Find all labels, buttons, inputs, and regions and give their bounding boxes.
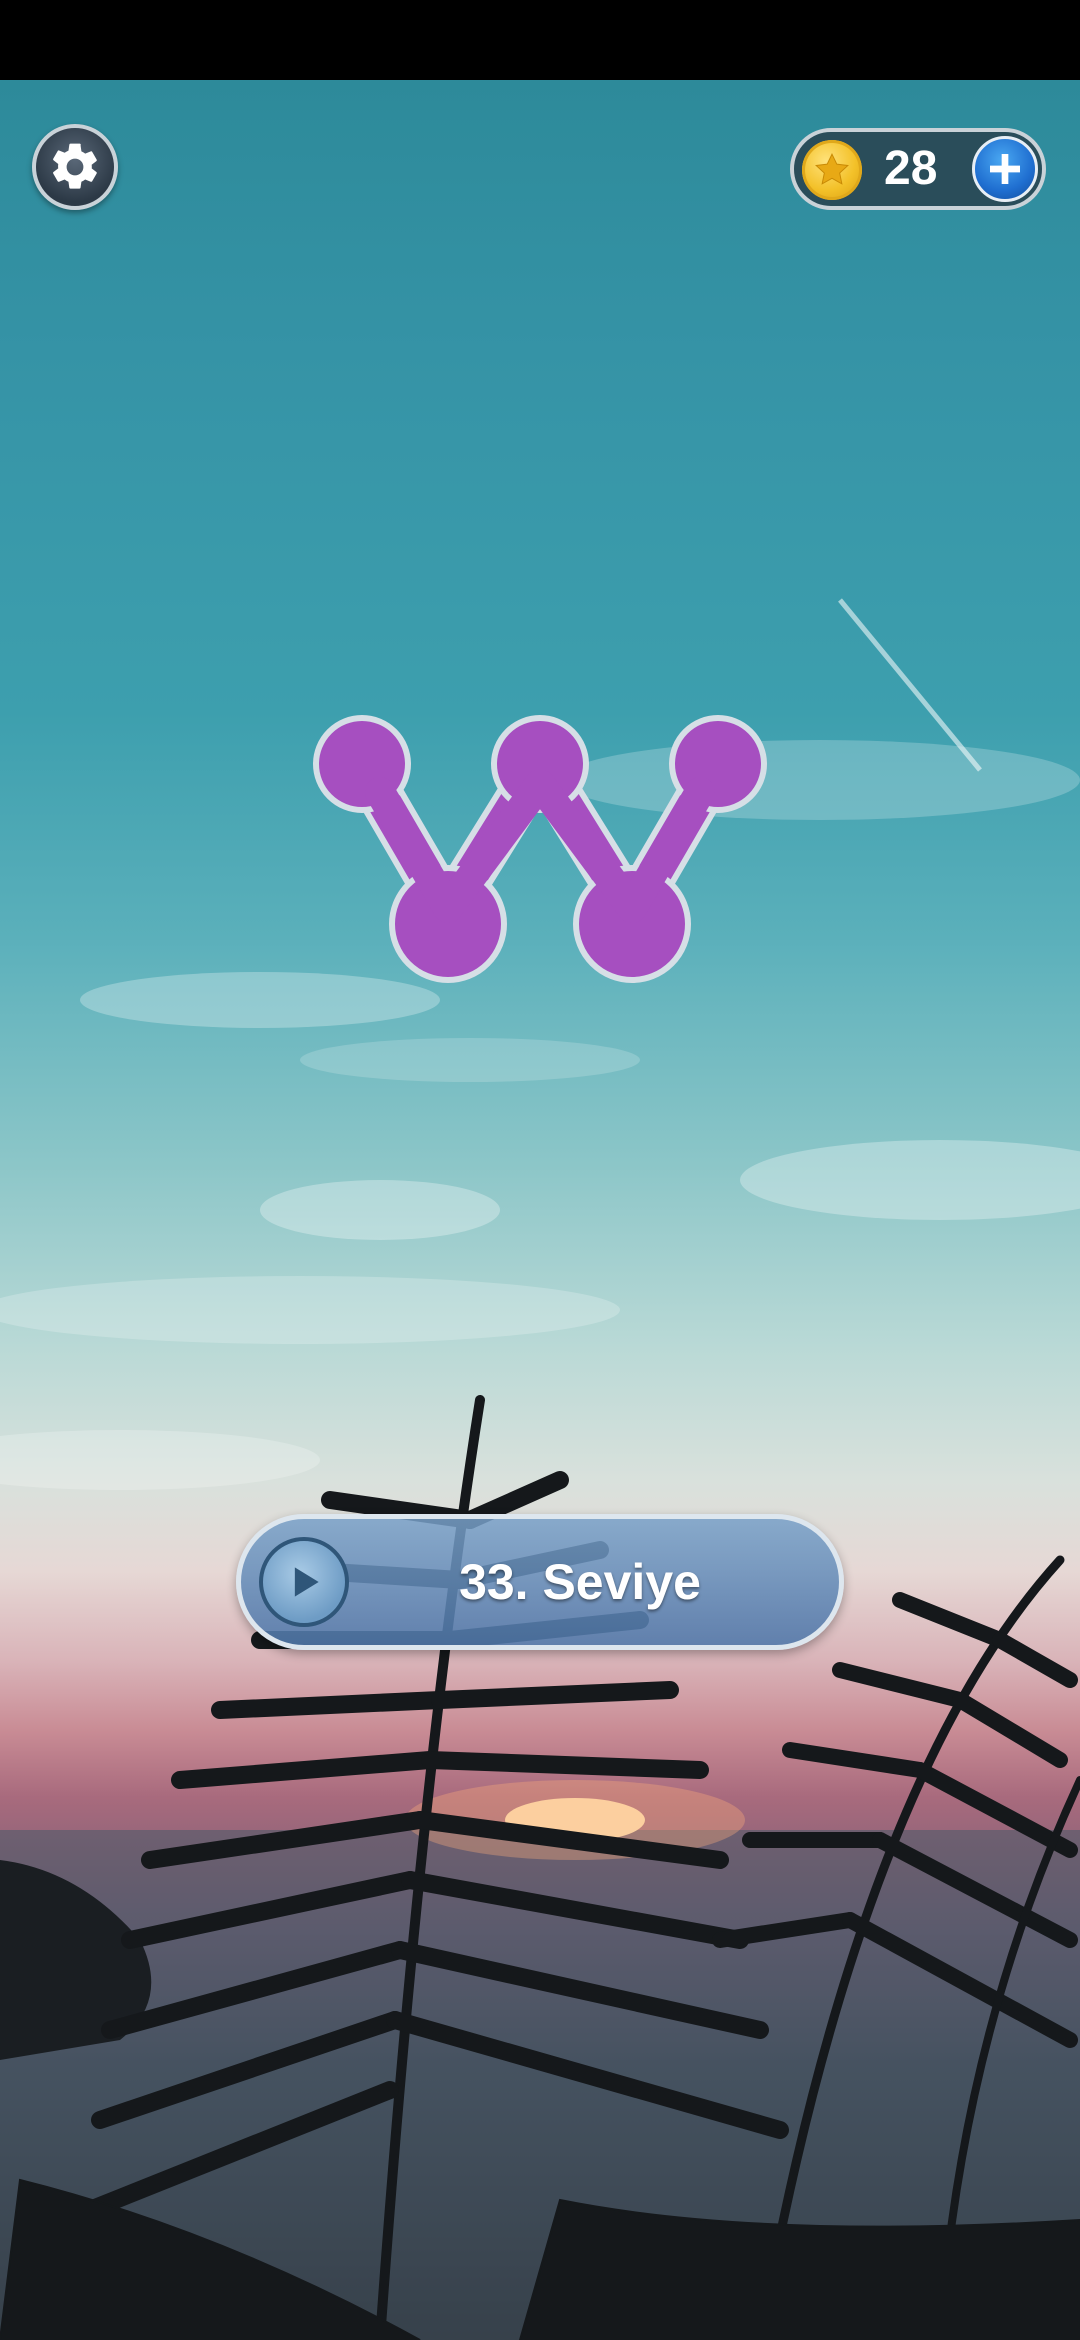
background-scenery (0, 80, 1080, 2340)
settings-button[interactable] (32, 124, 118, 210)
game-logo (313, 715, 767, 983)
coin-star-icon (802, 140, 862, 200)
coin-count: 28 (884, 142, 938, 195)
coin-balance: 28 (790, 128, 1046, 210)
plus-icon (985, 149, 1025, 189)
status-bar (0, 0, 1080, 80)
play-level-button[interactable]: 33. Seviye (236, 1514, 844, 1650)
level-label: 33. Seviye (459, 1554, 701, 1610)
game-screen: 28 33. Seviye (0, 0, 1080, 2340)
add-coins-button[interactable] (972, 136, 1038, 202)
play-icon (259, 1537, 349, 1627)
gear-icon (47, 139, 103, 195)
